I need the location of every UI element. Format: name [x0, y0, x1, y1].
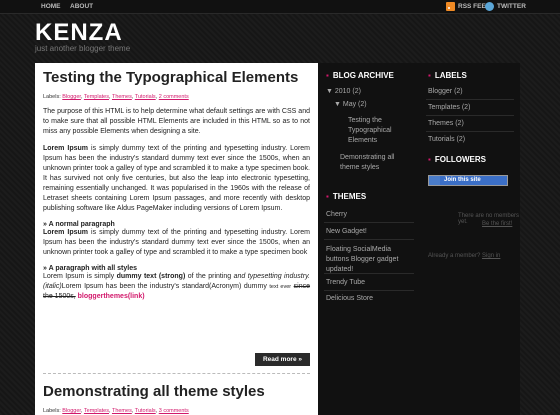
main-content: Testing the Typographical Elements Label…: [35, 63, 318, 415]
rss-icon: [446, 2, 455, 11]
theme-link[interactable]: New Gadget!: [326, 228, 367, 235]
post-divider: [43, 373, 310, 374]
already-member-text: Already a member? Sign in: [428, 253, 501, 259]
post-labels: Labels: Blogger, Templates, Themes, Tuto…: [43, 408, 189, 414]
theme-link[interactable]: Delicious Store: [326, 295, 373, 302]
archive-post-link[interactable]: Demonstrating all theme styles: [340, 153, 414, 173]
bloggerthemes-link[interactable]: bloggerthemes(link): [78, 293, 145, 300]
labels-heading: LABELS: [428, 71, 467, 80]
post-paragraph: Lorem Ipsum is simply dummy text of the …: [43, 229, 310, 256]
theme-link[interactable]: Floating SocialMedia buttons Blogger gad…: [326, 245, 414, 275]
label-link[interactable]: Templates: [84, 408, 109, 414]
archive-month-toggle[interactable]: ▼ May (2): [334, 101, 367, 108]
themes-heading: THEMES: [326, 192, 366, 201]
theme-link[interactable]: Cherry: [326, 211, 347, 218]
archive-post-link[interactable]: Testing the Typographical Elements: [348, 116, 414, 146]
site-title[interactable]: KENZA: [35, 19, 123, 47]
post: Demonstrating all theme styles Labels: B…: [43, 383, 310, 414]
label-link[interactable]: Themes: [112, 94, 132, 100]
top-nav-bar: HOME ABOUT RSS FEED TWITTER: [0, 0, 560, 14]
label-link[interactable]: Themes: [112, 408, 132, 414]
label-link[interactable]: Tutorials: [135, 408, 156, 414]
join-site-button[interactable]: Join this site: [428, 175, 508, 186]
rss-feed-link[interactable]: RSS FEED: [446, 2, 491, 11]
comments-link[interactable]: 3 comments: [159, 408, 189, 414]
twitter-icon: [485, 2, 494, 11]
post-intro: The purpose of this HTML is to help dete…: [43, 108, 310, 135]
read-more-button[interactable]: Read more »: [254, 353, 310, 366]
nav-home-link[interactable]: HOME: [41, 3, 61, 10]
google-icon: [429, 176, 440, 185]
archive-heading: BLOG ARCHIVE: [326, 71, 394, 80]
sign-in-link[interactable]: Sign in: [482, 253, 500, 259]
label-link[interactable]: Blogger: [62, 408, 81, 414]
label-link[interactable]: Blogger: [62, 94, 81, 100]
label-link[interactable]: Tutorials: [135, 94, 156, 100]
post-paragraph: Lorem Ipsum is simply dummy text of the …: [43, 145, 310, 212]
sidebar-left: BLOG ARCHIVE ▼ 2010 (2) ▼ May (2) Testin…: [318, 63, 420, 415]
twitter-link[interactable]: TWITTER: [485, 2, 526, 11]
section-heading: » A paragraph with all styles: [43, 265, 138, 272]
post-title[interactable]: Demonstrating all theme styles: [43, 383, 310, 400]
theme-link[interactable]: Trendy Tube: [326, 279, 365, 286]
comments-link[interactable]: 2 comments: [159, 94, 189, 100]
post: Testing the Typographical Elements Label…: [43, 69, 310, 302]
label-link[interactable]: Templates (2): [428, 104, 470, 111]
post-title[interactable]: Testing the Typographical Elements: [43, 69, 310, 86]
post-labels: Labels: Blogger, Templates, Themes, Tuto…: [43, 94, 189, 100]
followers-heading: FOLLOWERS: [428, 155, 486, 164]
sidebar-right: LABELS Blogger (2) Templates (2) Themes …: [420, 63, 520, 415]
site-description: just another blogger theme: [35, 44, 131, 53]
archive-year-toggle[interactable]: ▼ 2010 (2): [326, 88, 361, 95]
nav-about-link[interactable]: ABOUT: [70, 3, 93, 10]
label-link[interactable]: Templates: [84, 94, 109, 100]
label-link[interactable]: Themes (2): [428, 120, 464, 127]
label-link[interactable]: Tutorials (2): [428, 136, 465, 143]
section-heading: » A normal paragraph: [43, 221, 115, 228]
be-first-link[interactable]: Be the first!: [482, 221, 512, 227]
post-paragraph: Lorem Ipsum is simply dummy text (strong…: [43, 273, 311, 300]
label-link[interactable]: Blogger (2): [428, 88, 463, 95]
